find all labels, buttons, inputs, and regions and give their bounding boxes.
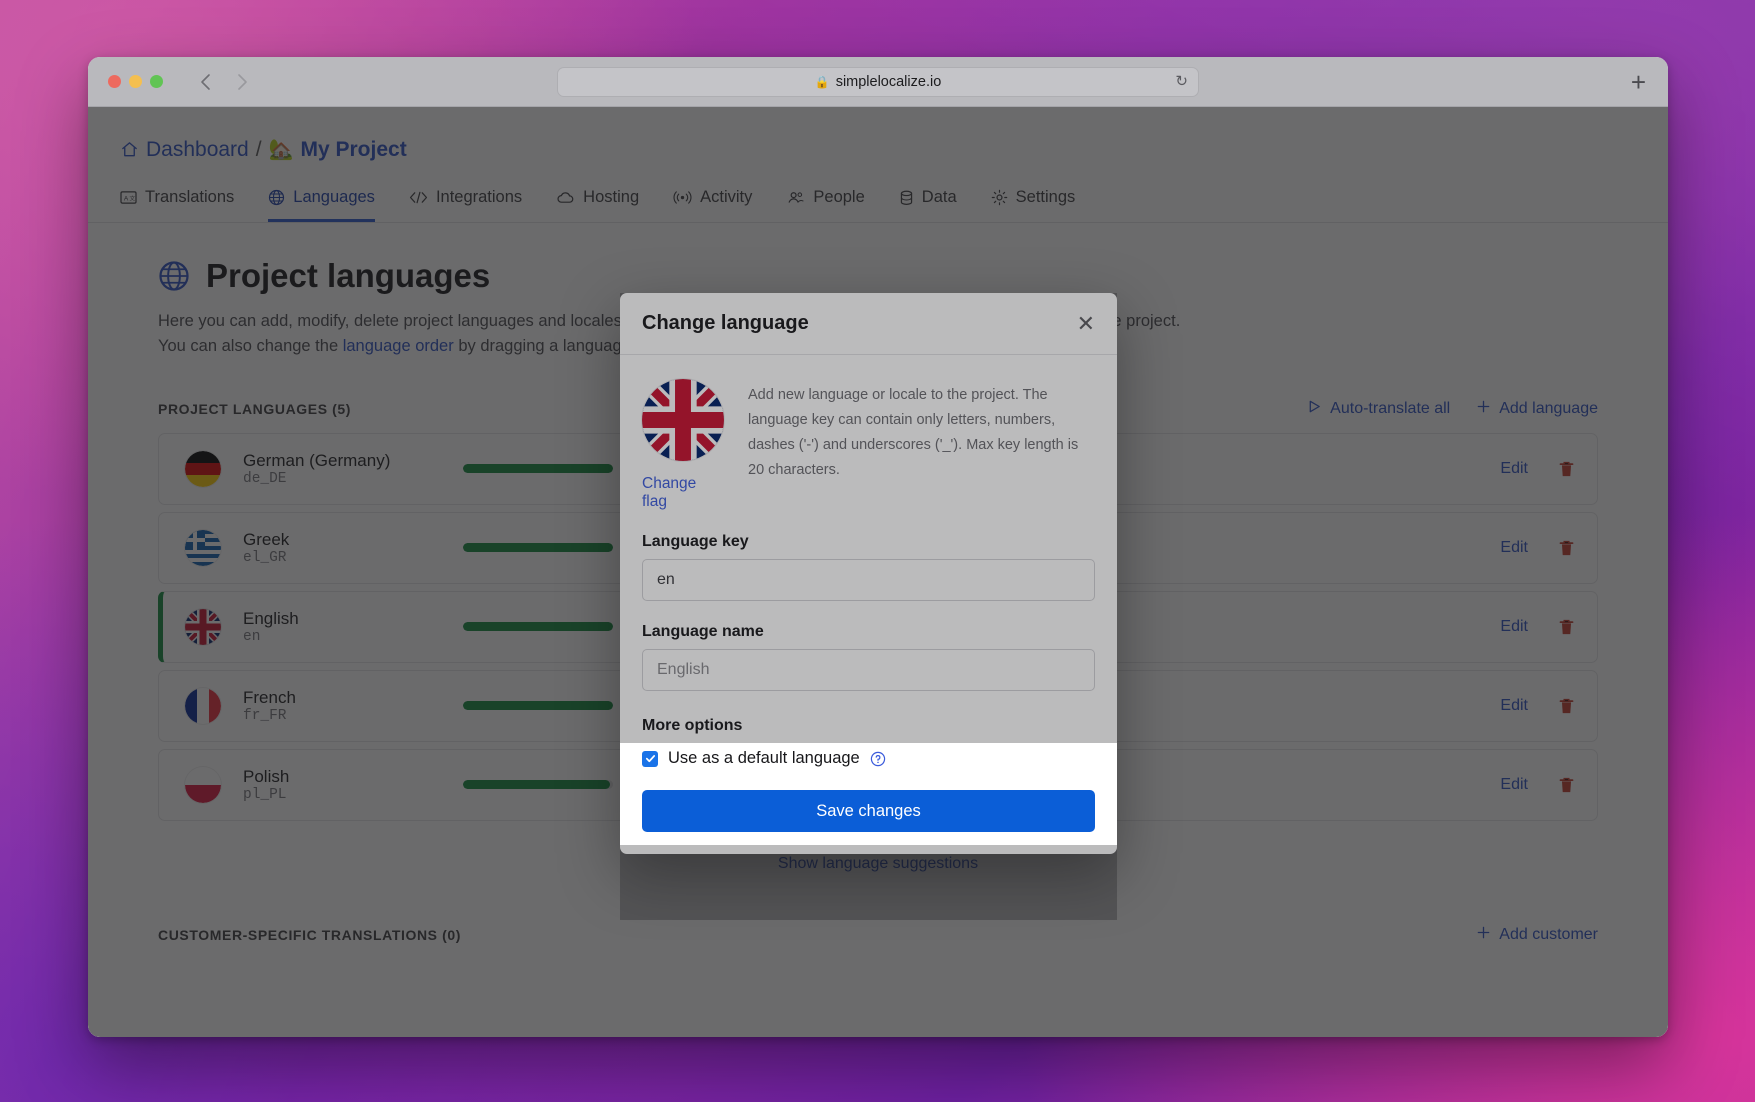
change-language-dialog: Change language ✕ Change flag Add new la… — [620, 293, 1117, 854]
address-bar[interactable]: 🔒 simplelocalize.io ↻ — [557, 66, 1199, 97]
language-key-input[interactable]: en — [642, 559, 1095, 601]
dialog-header: Change language ✕ — [620, 293, 1117, 355]
close-icon[interactable]: ✕ — [1077, 312, 1095, 335]
new-tab-button[interactable]: + — [1631, 69, 1646, 95]
reload-icon[interactable]: ↻ — [1175, 74, 1188, 89]
window-controls[interactable] — [108, 75, 163, 88]
lock-icon: 🔒 — [814, 74, 830, 89]
dialog-body: Change flag Add new language or locale t… — [620, 355, 1117, 790]
language-key-label: Language key — [642, 533, 749, 550]
default-language-label: Use as a default language — [668, 749, 860, 767]
forward-chevron-icon[interactable] — [235, 73, 249, 91]
back-chevron-icon[interactable] — [199, 73, 213, 91]
browser-navigation[interactable] — [199, 73, 249, 91]
more-options-section: More options Use as a default language — [642, 717, 1095, 768]
more-options-label: More options — [642, 717, 743, 734]
flag-column: Change flag — [642, 379, 724, 511]
default-language-row[interactable]: Use as a default language — [642, 749, 1095, 768]
language-name-input[interactable]: English — [642, 649, 1095, 691]
change-flag-link[interactable]: Change flag — [642, 475, 724, 511]
dialog-help-text: Add new language or locale to the projec… — [748, 387, 1079, 478]
question-circle-icon[interactable] — [870, 751, 886, 767]
close-window-button[interactable] — [108, 75, 121, 88]
web-page: Dashboard / 🏡 My Project A文 Translations… — [88, 107, 1668, 1037]
default-language-checkbox[interactable] — [642, 750, 658, 767]
maximize-window-button[interactable] — [150, 75, 163, 88]
language-name-label: Language name — [642, 623, 764, 640]
dialog-footer: Save changes — [620, 790, 1117, 854]
address-bar-url: simplelocalize.io — [835, 73, 942, 90]
gb-flag-icon — [642, 379, 724, 461]
dialog-top-section: Change flag Add new language or locale t… — [642, 379, 1095, 511]
browser-window: 🔒 simplelocalize.io ↻ + Dashboard / 🏡 My… — [88, 57, 1668, 1037]
minimize-window-button[interactable] — [129, 75, 142, 88]
dialog-title: Change language — [642, 312, 809, 334]
save-changes-button[interactable]: Save changes — [642, 790, 1095, 832]
browser-titlebar: 🔒 simplelocalize.io ↻ + — [88, 57, 1668, 107]
